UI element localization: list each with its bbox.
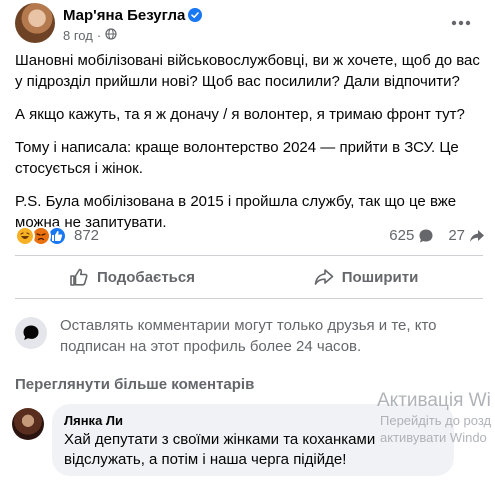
author-avatar[interactable] (15, 3, 55, 43)
meta-separator: · (96, 28, 102, 43)
divider (15, 255, 483, 256)
ellipsis-icon[interactable] (449, 11, 473, 35)
like-button[interactable]: Подобається (15, 262, 249, 292)
share-button[interactable]: Поширити (249, 262, 483, 292)
like-button-label: Подобається (97, 268, 195, 286)
windows-activation-watermark: Активація Wi Перейдіть до розд активуват… (377, 390, 491, 446)
post-author-name[interactable]: Мар'яна Безугла (63, 7, 185, 24)
reactions-count[interactable]: 872 (74, 227, 99, 244)
shares-count: 27 (448, 227, 465, 244)
post-header: Мар'яна Безугла 8 год · (15, 3, 485, 47)
post-time[interactable]: 8 год (63, 28, 93, 43)
view-more-comments-link[interactable]: Переглянути більше коментарів (15, 376, 254, 393)
watermark-subtitle: Перейдіть до розд (380, 413, 492, 428)
post-paragraph: А якщо кажуть, та я ж доначу / я волонте… (15, 106, 465, 123)
divider (15, 298, 483, 299)
watermark-title: Активація Wi (377, 390, 491, 411)
share-button-label: Поширити (341, 268, 419, 286)
comment-restriction-notice: Оставлять комментарии могут только друзь… (15, 313, 485, 359)
post-stats: 625 27 (375, 227, 485, 244)
reactions-row: 872 625 27 (15, 224, 485, 248)
comment-bubble-icon (419, 229, 433, 242)
action-bar: Подобається Поширити (15, 262, 483, 292)
commenter-avatar[interactable] (12, 408, 44, 440)
thumbs-up-icon (70, 268, 88, 286)
watermark-subtitle: активувати Windo (380, 430, 487, 445)
comments-count: 625 (389, 227, 415, 244)
verified-badge-icon (188, 8, 203, 22)
globe-icon[interactable] (105, 28, 117, 43)
post-author[interactable]: Мар'яна Безугла (63, 7, 203, 24)
reaction-icons[interactable] (15, 226, 67, 246)
comment-bubble-icon (15, 317, 47, 349)
post-meta: 8 год · (63, 28, 117, 43)
post-paragraph: Шановні мобілізовані військовослужбовці,… (15, 52, 480, 90)
haha-reaction-icon (15, 226, 35, 246)
comments-stat[interactable]: 625 (389, 227, 434, 244)
post-paragraph: Тому і написала: краще волонтерство 2024… (15, 139, 459, 177)
shares-stat[interactable]: 27 (448, 227, 485, 244)
post-body: Шановні мобілізовані військовослужбовці,… (15, 50, 483, 245)
share-arrow-icon (470, 229, 484, 242)
share-arrow-icon (314, 269, 333, 285)
notice-text: Оставлять комментарии могут только друзь… (60, 317, 437, 355)
